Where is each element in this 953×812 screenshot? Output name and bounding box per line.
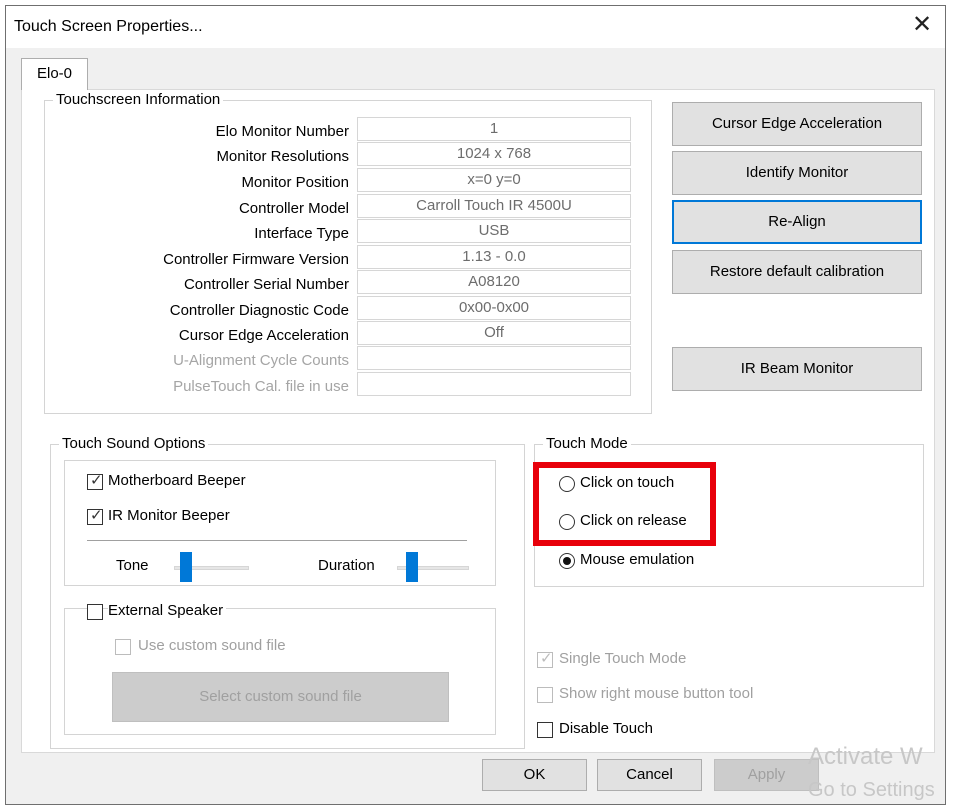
info-label: Controller Model	[238, 200, 349, 217]
touch-sound-options-title: Touch Sound Options	[59, 434, 209, 454]
single-touch-mode-label: Single Touch Mode	[559, 650, 687, 667]
highlight-box	[533, 462, 716, 546]
touch-screen-properties-dialog: Touch Screen Properties... ✕ Elo-0 Touch…	[5, 5, 946, 805]
use-custom-sound-file-checkbox[interactable]	[115, 639, 131, 655]
info-value: USB	[357, 219, 631, 243]
duration-slider-thumb[interactable]	[406, 552, 418, 582]
cancel-button[interactable]: Cancel	[597, 759, 702, 791]
touch-mode-title: Touch Mode	[543, 434, 631, 454]
info-label: Monitor Resolutions	[216, 148, 349, 165]
restore-default-calibration-button[interactable]: Restore default calibration	[672, 250, 922, 294]
go-to-settings-watermark: Go to Settings	[808, 779, 935, 801]
info-label: Controller Diagnostic Code	[169, 302, 349, 319]
check-icon: ✓	[540, 650, 553, 667]
check-icon: ✓	[90, 472, 103, 489]
info-label: PulseTouch Cal. file in use	[173, 378, 349, 395]
apply-button[interactable]: Apply	[714, 759, 819, 791]
close-icon[interactable]: ✕	[909, 12, 935, 38]
external-speaker-label: External Speaker	[108, 602, 227, 619]
show-right-mouse-button-tool-label: Show right mouse button tool	[559, 685, 754, 702]
info-label: Controller Firmware Version	[163, 251, 349, 268]
info-value: A08120	[357, 270, 631, 294]
info-label: Elo Monitor Number	[215, 123, 349, 140]
use-custom-sound-file-label: Use custom sound file	[138, 637, 286, 654]
touchscreen-info-title: Touchscreen Information	[53, 90, 224, 110]
info-value: 1	[357, 117, 631, 141]
tone-slider-thumb[interactable]	[180, 552, 192, 582]
activate-windows-watermark: Activate W	[808, 743, 923, 770]
cursor-edge-acceleration-button[interactable]: Cursor Edge Acceleration	[672, 102, 922, 146]
info-value: 1.13 - 0.0	[357, 245, 631, 269]
info-value: x=0 y=0	[357, 168, 631, 192]
info-value: 0x00-0x00	[357, 296, 631, 320]
check-icon: ✓	[90, 507, 103, 524]
tab-panel: Touchscreen Information Elo Monitor Numb…	[21, 89, 935, 753]
info-label: Interface Type	[254, 225, 349, 242]
info-label: Controller Serial Number	[183, 276, 349, 293]
mouse-emulation-label: Mouse emulation	[580, 551, 695, 568]
info-value: Off	[357, 321, 631, 345]
re-align-button[interactable]: Re-Align	[672, 200, 922, 244]
disable-touch-checkbox[interactable]	[537, 722, 553, 738]
single-touch-mode-checkbox[interactable]: ✓	[537, 650, 553, 668]
info-label: Cursor Edge Acceleration	[178, 327, 349, 344]
mouse-emulation-radio[interactable]	[559, 553, 575, 569]
sound-separator	[87, 540, 467, 541]
ok-button[interactable]: OK	[482, 759, 587, 791]
selected-dot-icon	[563, 557, 571, 565]
motherboard-beeper-checkbox[interactable]: ✓	[87, 472, 103, 490]
ir-beam-monitor-button[interactable]: IR Beam Monitor	[672, 347, 922, 391]
tab-elo-0[interactable]: Elo-0	[21, 58, 88, 90]
info-label: U-Alignment Cycle Counts	[173, 352, 349, 369]
info-label: Monitor Position	[241, 174, 349, 191]
motherboard-beeper-label: Motherboard Beeper	[108, 472, 246, 489]
title-bar: Touch Screen Properties... ✕	[6, 6, 945, 48]
show-right-mouse-button-tool-checkbox[interactable]	[537, 687, 553, 703]
external-speaker-checkbox[interactable]	[87, 604, 103, 620]
disable-touch-label: Disable Touch	[559, 720, 653, 737]
ir-monitor-beeper-checkbox[interactable]: ✓	[87, 507, 103, 525]
info-value: 1024 x 768	[357, 142, 631, 166]
select-custom-sound-file-button[interactable]: Select custom sound file	[112, 672, 449, 722]
tone-label: Tone	[116, 557, 149, 574]
info-value: Carroll Touch IR 4500U	[357, 194, 631, 218]
identify-monitor-button[interactable]: Identify Monitor	[672, 151, 922, 195]
ir-monitor-beeper-label: IR Monitor Beeper	[108, 507, 230, 524]
window-title: Touch Screen Properties...	[14, 18, 203, 35]
info-value	[357, 346, 631, 370]
info-value	[357, 372, 631, 396]
duration-label: Duration	[318, 557, 375, 574]
